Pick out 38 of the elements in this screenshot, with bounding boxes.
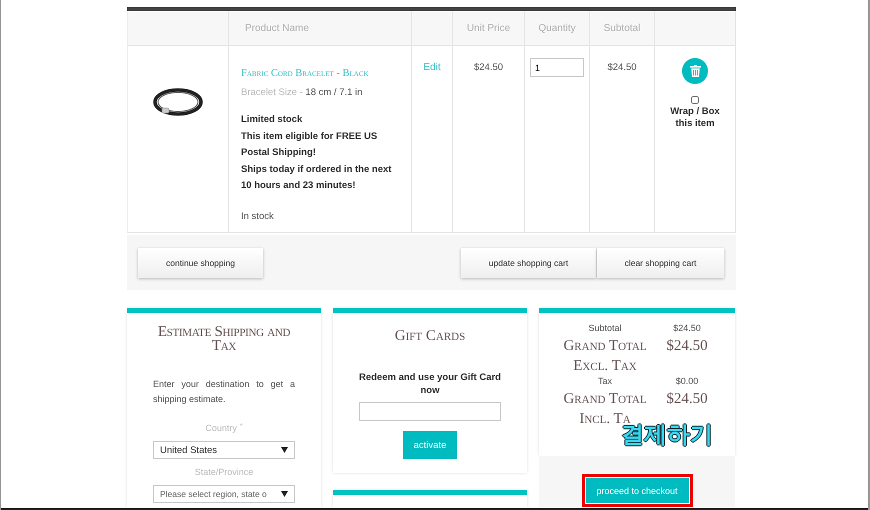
option-label: Bracelet Size - — [241, 87, 303, 98]
stock-note: Ships today if ordered in the next 10 hours and 23 minutes! — [241, 162, 392, 193]
availability-text: In stock — [241, 210, 275, 222]
header-cell: Product Name — [229, 11, 412, 46]
cart-action-button[interactable]: clear shopping cart — [597, 248, 724, 278]
country-select[interactable]: United States — [153, 441, 295, 459]
option-value: 18 cm / 7.1 in — [305, 87, 362, 98]
header-cell: Quantity — [525, 11, 590, 46]
gift-wrap-checkbox[interactable] — [691, 96, 699, 104]
state-select[interactable]: Please select region, state o — [153, 485, 295, 503]
total-label: Subtotal — [587, 323, 623, 335]
total-label: Grand Total Excl. Tax — [562, 337, 648, 376]
quantity-field[interactable]: 1 — [530, 58, 584, 77]
trash-icon — [690, 65, 700, 77]
field-label: State/Province — [194, 467, 254, 477]
gift-wrap-label: Wrap / Box this item — [669, 106, 721, 130]
total-value: $0.00 — [674, 376, 700, 388]
total-value: $24.50 — [665, 390, 709, 409]
gift-card-field[interactable] — [359, 402, 501, 421]
dropdown-arrow-icon — [281, 447, 288, 453]
header-cell: Unit Price — [453, 11, 525, 46]
total-value: $24.50 — [665, 337, 709, 356]
dropdown-arrow-icon — [281, 491, 288, 497]
stock-note: This item eligible for FREE US Postal Shipping! — [241, 130, 378, 160]
section-title: Estimate Shipping and Tax — [156, 325, 292, 353]
total-label: Tax — [596, 376, 613, 388]
stock-note: Limited stock — [241, 113, 304, 127]
subtotal-price: $24.50 — [607, 62, 637, 73]
field-label: Country — [205, 423, 237, 433]
total-value: $24.50 — [672, 323, 702, 335]
unit-price: $24.50 — [474, 62, 504, 73]
header-cell: Subtotal — [590, 11, 655, 46]
section-title: Gift Cards — [394, 328, 466, 345]
intro-text: Enter your destination to get a shipping estimate. — [153, 378, 295, 406]
gift-card-prompt: Redeem and use your Gift Card now — [358, 371, 502, 397]
cart-action-button[interactable]: continue shopping — [138, 248, 263, 278]
cart-action-button[interactable]: update shopping cart — [461, 248, 596, 278]
delete-button[interactable] — [682, 58, 708, 84]
